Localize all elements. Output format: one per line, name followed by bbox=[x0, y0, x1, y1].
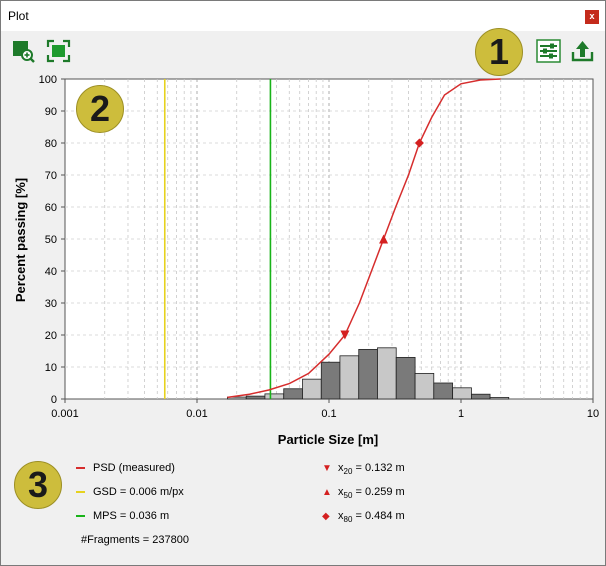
settings-button[interactable] bbox=[536, 39, 561, 63]
legend-x20: ▼ x20 = 0.132 m bbox=[322, 462, 405, 477]
export-button[interactable] bbox=[570, 39, 595, 63]
triangle-down-icon: ▼ bbox=[322, 462, 332, 474]
export-upload-icon bbox=[571, 41, 594, 62]
y-tick-label: 70 bbox=[45, 170, 57, 182]
histogram-bar bbox=[395, 356, 416, 400]
x-axis-label: Particle Size [m] bbox=[278, 432, 378, 447]
badge-2: 2 bbox=[76, 85, 124, 133]
histogram-bar bbox=[358, 348, 378, 400]
y-tick-label: 90 bbox=[45, 106, 57, 118]
y-tick-label: 60 bbox=[45, 202, 57, 214]
close-button[interactable]: x bbox=[585, 10, 599, 24]
legend-psd: PSD (measured) bbox=[76, 462, 175, 474]
y-tick-label: 80 bbox=[45, 138, 57, 150]
histogram-bar bbox=[339, 355, 360, 400]
y-tick-label: 0 bbox=[51, 394, 57, 406]
badge-3: 3 bbox=[14, 461, 62, 509]
legend-mps: MPS = 0.036 m bbox=[76, 510, 169, 522]
fit-view-icon bbox=[46, 39, 71, 63]
histogram-bar bbox=[452, 387, 472, 400]
triangle-up-icon: ▲ bbox=[322, 486, 332, 498]
psd-chart: 0.001 0.01 0.1 1 100102030405060708090100 Pa… bbox=[13, 74, 599, 447]
histogram-bar bbox=[489, 396, 510, 400]
histogram-bar bbox=[414, 372, 435, 400]
histogram-bar bbox=[245, 395, 266, 400]
window-title: Plot bbox=[8, 9, 29, 23]
histogram-bar bbox=[471, 393, 491, 400]
title-bar: Plot x bbox=[1, 1, 605, 31]
legend-gsd: GSD = 0.006 m/px bbox=[76, 486, 184, 498]
legend-x50: ▲ x50 = 0.259 m bbox=[322, 486, 405, 501]
fit-view-button[interactable] bbox=[46, 39, 71, 63]
psd-swatch bbox=[76, 467, 85, 470]
x-tick-label: 10 bbox=[587, 408, 599, 420]
diamond-icon: ◆ bbox=[322, 510, 330, 522]
x-tick-label: 0.1 bbox=[321, 408, 336, 420]
fragments-count: #Fragments = 237800 bbox=[81, 534, 189, 546]
histogram-bar bbox=[302, 378, 322, 400]
y-tick-label: 30 bbox=[45, 298, 57, 310]
plot-window: Plot x 0.001 0.01 0.1 1 10 0 10 20 30 40… bbox=[0, 0, 606, 566]
x-tick-label: 0.01 bbox=[186, 408, 207, 420]
y-tick-label: 10 bbox=[45, 362, 57, 374]
histogram-bar bbox=[433, 382, 454, 400]
histogram-bar bbox=[320, 361, 341, 400]
legend-x80: ◆ x80 = 0.484 m bbox=[322, 510, 405, 525]
y-tick-label: 100 bbox=[39, 74, 57, 86]
y-tick-label: 50 bbox=[45, 234, 57, 246]
mps-swatch bbox=[76, 515, 85, 518]
badge-1: 1 bbox=[475, 28, 523, 76]
x-tick-label: 1 bbox=[458, 408, 464, 420]
gsd-swatch bbox=[76, 491, 85, 494]
histogram-bar bbox=[283, 388, 303, 400]
zoom-in-icon bbox=[13, 41, 35, 63]
x-tick-label: 0.001 bbox=[51, 408, 79, 420]
histogram-bar bbox=[377, 347, 397, 400]
y-axis-label: Percent passing [%] bbox=[13, 178, 28, 302]
y-tick-label: 20 bbox=[45, 330, 57, 342]
zoom-in-button[interactable] bbox=[11, 39, 36, 63]
histogram-bar bbox=[264, 393, 285, 400]
settings-sliders-icon bbox=[536, 39, 561, 63]
y-tick-label: 40 bbox=[45, 266, 57, 278]
